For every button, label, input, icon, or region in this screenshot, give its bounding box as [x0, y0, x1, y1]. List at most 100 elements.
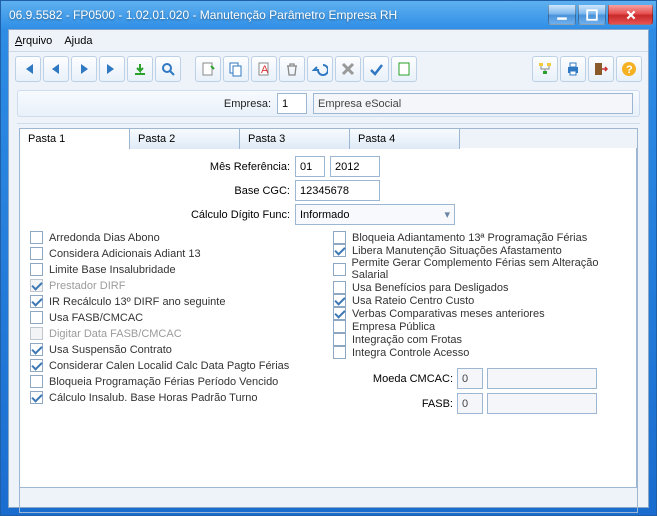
- menu-file[interactable]: Arquivo: [15, 35, 52, 47]
- menubar: Arquivo Ajuda: [9, 30, 648, 52]
- checkbox-box[interactable]: [333, 307, 346, 320]
- checkbox-label: Usa FASB/CMCAC: [49, 312, 143, 324]
- checkbox-right-0[interactable]: Bloqueia Adiantamento 13ª Programação Fé…: [333, 231, 626, 244]
- checkbox-label: Considerar Calen Localid Calc Data Pagto…: [49, 360, 289, 372]
- checkbox-box[interactable]: [30, 375, 43, 388]
- copy-icon[interactable]: [223, 56, 249, 82]
- checkbox-columns: Arredonda Dias Abono Considera Adicionais…: [30, 231, 626, 414]
- checkbox-right-5[interactable]: Verbas Comparativas meses anteriores: [333, 307, 626, 320]
- checkbox-label: Prestador DIRF: [49, 280, 125, 292]
- empresa-code-input[interactable]: 1: [277, 93, 307, 114]
- checkbox-right-2[interactable]: Permite Gerar Complemento Férias sem Alt…: [333, 257, 626, 281]
- goto-icon[interactable]: [127, 56, 153, 82]
- undo-icon[interactable]: [307, 56, 333, 82]
- moeda-code-input[interactable]: 0: [457, 368, 483, 389]
- svg-text:A: A: [261, 64, 269, 76]
- checkbox-label: Bloqueia Programação Férias Período Venc…: [49, 376, 278, 388]
- checkbox-box[interactable]: [30, 247, 43, 260]
- checkbox-box[interactable]: [30, 311, 43, 324]
- tab-pasta-4[interactable]: Pasta 4: [349, 128, 460, 149]
- tab-body: Mês Referência: 01 2012 Base CGC: 123456…: [19, 148, 637, 488]
- checkbox-label: Verbas Comparativas meses anteriores: [352, 308, 545, 320]
- checkbox-right-1[interactable]: Libera Manutenção Situações Afastamento: [333, 244, 626, 257]
- search-icon[interactable]: [155, 56, 181, 82]
- delete-icon[interactable]: [279, 56, 305, 82]
- checkbox-box[interactable]: [30, 263, 43, 276]
- checkbox-box[interactable]: [333, 346, 346, 359]
- checkbox-box[interactable]: [30, 343, 43, 356]
- checkbox-box[interactable]: [30, 359, 43, 372]
- confirm-icon[interactable]: [363, 56, 389, 82]
- blank-page-icon[interactable]: [391, 56, 417, 82]
- fasb-code-input[interactable]: 0: [457, 393, 483, 414]
- new-icon[interactable]: [195, 56, 221, 82]
- header-fields: Mês Referência: 01 2012 Base CGC: 123456…: [30, 156, 626, 225]
- checkbox-right-4[interactable]: Usa Rateio Centro Custo: [333, 294, 626, 307]
- rename-icon[interactable]: A: [251, 56, 277, 82]
- checkbox-box[interactable]: [333, 333, 346, 346]
- checkbox-label: Limite Base Insalubridade: [49, 264, 176, 276]
- checkbox-left-7[interactable]: Usa Suspensão Contrato: [30, 343, 323, 356]
- cancel-icon[interactable]: [335, 56, 361, 82]
- checkbox-box[interactable]: [333, 294, 346, 307]
- calc-dig-label: Cálculo Dígito Func:: [30, 209, 290, 221]
- left-column: Arredonda Dias Abono Considera Adicionais…: [30, 231, 323, 414]
- checkbox-box[interactable]: [333, 231, 346, 244]
- exit-icon[interactable]: [588, 56, 614, 82]
- titlebar: 06.9.5582 - FP0500 - 1.02.01.020 - Manut…: [1, 1, 656, 29]
- print-icon[interactable]: [560, 56, 586, 82]
- checkbox-label: Usa Rateio Centro Custo: [352, 295, 474, 307]
- right-column: Bloqueia Adiantamento 13ª Programação Fé…: [333, 231, 626, 414]
- checkbox-right-3[interactable]: Usa Benefícios para Desligados: [333, 281, 626, 294]
- empresa-name-field: Empresa eSocial: [313, 93, 633, 114]
- checkbox-right-8[interactable]: Integra Controle Acesso: [333, 346, 626, 359]
- checkbox-left-10[interactable]: Cálculo Insalub. Base Horas Padrão Turno: [30, 391, 323, 404]
- checkbox-box[interactable]: [333, 263, 346, 276]
- window-controls: [546, 5, 653, 25]
- checkbox-left-1[interactable]: Considera Adicionais Adiant 13: [30, 247, 323, 260]
- checkbox-left-9[interactable]: Bloqueia Programação Férias Período Venc…: [30, 375, 323, 388]
- mes-ref-year-input[interactable]: 2012: [330, 156, 380, 177]
- checkbox-box[interactable]: [30, 391, 43, 404]
- base-cgc-label: Base CGC:: [30, 185, 290, 197]
- checkbox-right-6[interactable]: Empresa Pública: [333, 320, 626, 333]
- checkbox-label: Bloqueia Adiantamento 13ª Programação Fé…: [352, 232, 587, 244]
- close-button[interactable]: [608, 5, 653, 25]
- last-icon[interactable]: [99, 56, 125, 82]
- checkbox-box[interactable]: [333, 281, 346, 294]
- calc-dig-select[interactable]: Informado ▾: [295, 204, 455, 225]
- checkbox-box[interactable]: [333, 320, 346, 333]
- moeda-label: Moeda CMCAC:: [333, 373, 453, 385]
- tab-pasta-2[interactable]: Pasta 2: [129, 128, 240, 149]
- moeda-text-input: [487, 368, 597, 389]
- checkbox-box[interactable]: [30, 231, 43, 244]
- tabs: Pasta 1 Pasta 2 Pasta 3 Pasta 4: [19, 128, 637, 149]
- client-area: Arquivo Ajuda A ? Empresa:: [8, 29, 649, 508]
- checkbox-box[interactable]: [333, 244, 346, 257]
- checkbox-label: Integra Controle Acesso: [352, 347, 469, 359]
- checkbox-box: [30, 327, 43, 340]
- prev-icon[interactable]: [43, 56, 69, 82]
- checkbox-left-0[interactable]: Arredonda Dias Abono: [30, 231, 323, 244]
- checkbox-left-2[interactable]: Limite Base Insalubridade: [30, 263, 323, 276]
- tree-icon[interactable]: [532, 56, 558, 82]
- help-icon[interactable]: ?: [616, 56, 642, 82]
- checkbox-left-8[interactable]: Considerar Calen Localid Calc Data Pagto…: [30, 359, 323, 372]
- maximize-button[interactable]: [578, 5, 606, 25]
- next-icon[interactable]: [71, 56, 97, 82]
- fasb-text-input: [487, 393, 597, 414]
- first-icon[interactable]: [15, 56, 41, 82]
- checkbox-box[interactable]: [30, 295, 43, 308]
- tab-pasta-1[interactable]: Pasta 1: [19, 128, 130, 149]
- checkbox-left-4[interactable]: IR Recálculo 13º DIRF ano seguinte: [30, 295, 323, 308]
- checkbox-box: [30, 279, 43, 292]
- menu-help[interactable]: Ajuda: [64, 35, 92, 47]
- mes-ref-month-input[interactable]: 01: [295, 156, 325, 177]
- checkbox-left-3: Prestador DIRF: [30, 279, 323, 292]
- checkbox-right-7[interactable]: Integração com Frotas: [333, 333, 626, 346]
- minimize-button[interactable]: [548, 5, 576, 25]
- checkbox-left-5[interactable]: Usa FASB/CMCAC: [30, 311, 323, 324]
- chevron-down-icon: ▾: [444, 208, 450, 221]
- tab-pasta-3[interactable]: Pasta 3: [239, 128, 350, 149]
- base-cgc-input[interactable]: 12345678: [295, 180, 380, 201]
